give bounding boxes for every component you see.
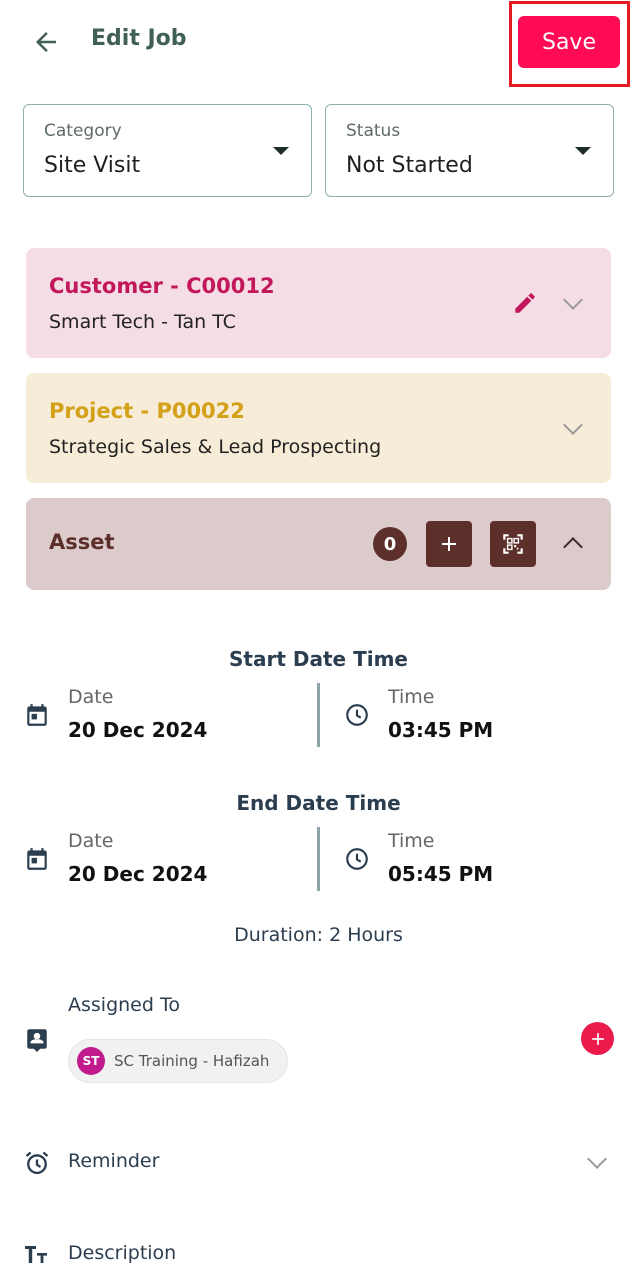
plus-icon	[591, 1032, 604, 1045]
chevron-down-icon[interactable]	[563, 290, 583, 310]
add-asset-button[interactable]	[426, 521, 472, 567]
plus-icon	[442, 537, 456, 551]
start-time-label: Time	[388, 686, 435, 708]
start-date-label: Date	[68, 686, 114, 708]
start-date-value: 20 Dec 2024	[68, 718, 208, 742]
customer-title: Customer - C00012	[49, 274, 275, 298]
add-assignee-button[interactable]	[581, 1022, 614, 1055]
description-row[interactable]: Description	[20, 1234, 620, 1276]
reminder-label: Reminder	[68, 1150, 160, 1172]
page-title: Edit Job	[91, 26, 187, 51]
status-dropdown[interactable]: Status Not Started	[325, 104, 614, 197]
avatar: ST	[77, 1047, 105, 1075]
edit-icon[interactable]	[512, 290, 538, 316]
category-label: Category	[44, 121, 122, 141]
save-button[interactable]: Save	[518, 16, 620, 68]
assignee-chip[interactable]: ST SC Training - Hafizah	[68, 1039, 288, 1083]
clock-icon	[346, 704, 368, 726]
app-header: Edit Job Save	[0, 0, 637, 90]
caret-down-icon	[273, 147, 289, 155]
scan-qr-button[interactable]	[490, 521, 536, 567]
end-time-value: 05:45 PM	[388, 862, 494, 886]
assignee-name: SC Training - Hafizah	[114, 1052, 270, 1070]
divider	[317, 683, 320, 747]
end-date-value: 20 Dec 2024	[68, 862, 208, 886]
assigned-user-icon	[27, 1029, 47, 1052]
category-value: Site Visit	[44, 153, 141, 178]
status-label: Status	[346, 121, 401, 141]
assigned-to-label: Assigned To	[68, 994, 180, 1016]
project-name: Strategic Sales & Lead Prospecting	[49, 436, 382, 458]
project-card[interactable]: Project - P00022 Strategic Sales & Lead …	[26, 373, 611, 483]
start-time-picker[interactable]: Time 03:45 PM	[340, 680, 610, 750]
calendar-icon	[27, 848, 47, 870]
alarm-clock-icon	[25, 1151, 49, 1175]
arrow-left-icon	[36, 32, 56, 52]
duration-text: Duration: 2 Hours	[234, 924, 403, 946]
divider	[317, 827, 320, 891]
clock-icon	[346, 848, 368, 870]
start-date-picker[interactable]: Date 20 Dec 2024	[20, 680, 310, 750]
chevron-up-icon[interactable]	[563, 537, 583, 557]
description-label: Description	[68, 1242, 177, 1264]
category-dropdown[interactable]: Category Site Visit	[23, 104, 312, 197]
reminder-row[interactable]: Reminder	[20, 1140, 620, 1186]
text-format-icon	[25, 1246, 47, 1263]
end-date-picker[interactable]: Date 20 Dec 2024	[20, 824, 310, 894]
customer-name: Smart Tech - Tan TC	[49, 311, 236, 333]
start-time-value: 03:45 PM	[388, 718, 494, 742]
end-date-label: Date	[68, 830, 114, 852]
asset-count-badge: 0	[373, 527, 407, 561]
caret-down-icon	[575, 147, 591, 155]
asset-card[interactable]: Asset 0	[26, 498, 611, 590]
end-time-label: Time	[388, 830, 435, 852]
status-value: Not Started	[346, 153, 473, 178]
end-time-picker[interactable]: Time 05:45 PM	[340, 824, 610, 894]
project-title: Project - P00022	[49, 399, 245, 423]
calendar-icon	[27, 704, 47, 726]
back-button[interactable]	[26, 24, 66, 60]
qr-code-icon	[503, 534, 523, 554]
chevron-down-icon	[587, 1149, 607, 1169]
start-datetime-title: Start Date Time	[229, 647, 408, 671]
customer-card[interactable]: Customer - C00012 Smart Tech - Tan TC	[26, 248, 611, 358]
end-datetime-title: End Date Time	[236, 791, 401, 815]
chevron-down-icon[interactable]	[563, 415, 583, 435]
asset-title: Asset	[49, 530, 115, 554]
